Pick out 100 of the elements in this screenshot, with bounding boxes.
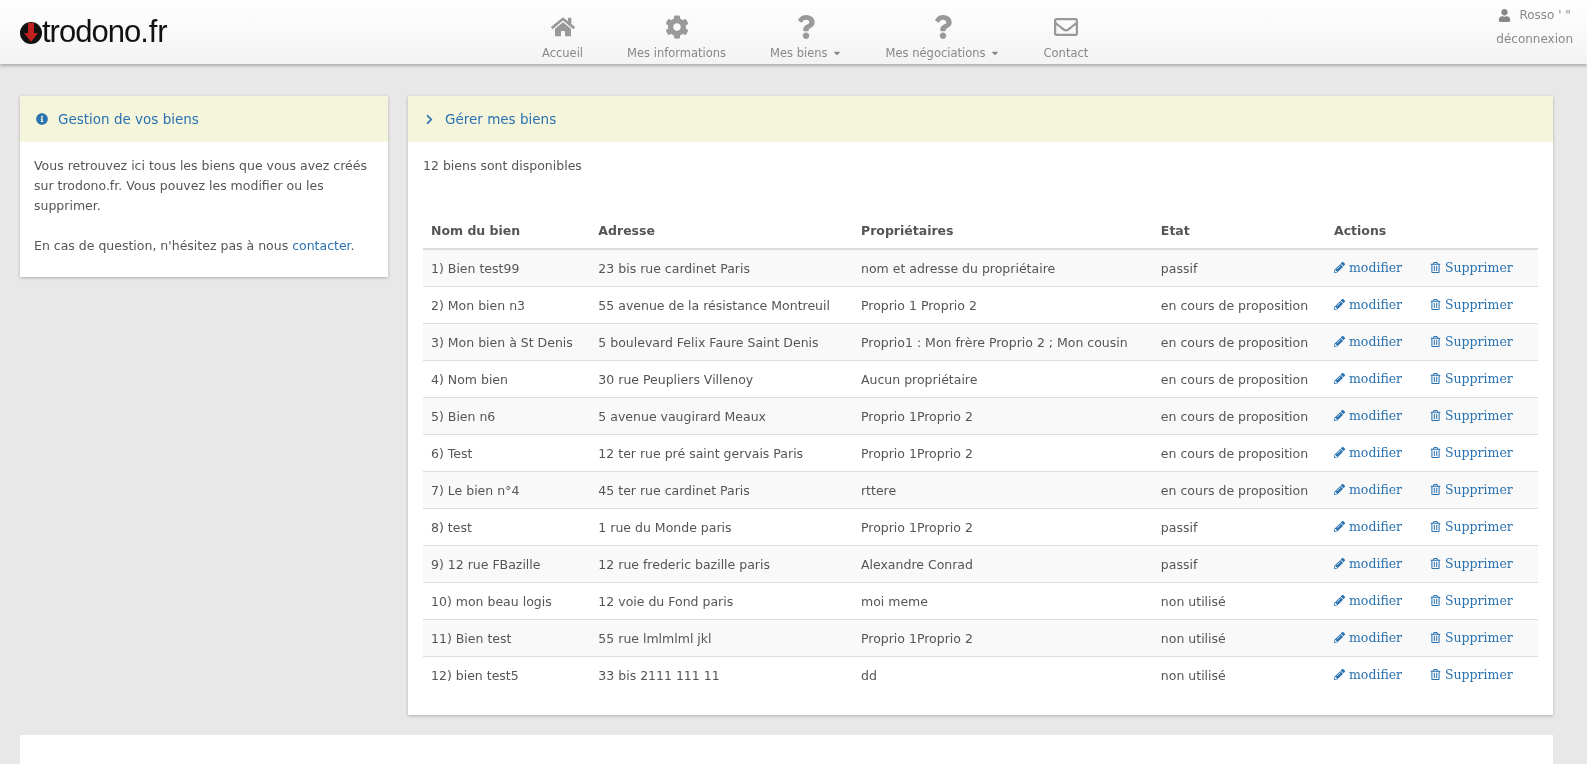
table-cell: passif [1152, 508, 1326, 546]
panel-title: Gestion de vos biens [58, 111, 199, 127]
edit-link[interactable]: modifier [1334, 667, 1403, 682]
user-icon [1498, 8, 1512, 22]
edit-link[interactable]: modifier [1334, 260, 1403, 275]
nav-item[interactable]: Mes biens [748, 14, 864, 60]
table-cell: 6) Test [423, 434, 591, 472]
nav-item[interactable]: Accueil [520, 14, 606, 60]
trash-icon [1430, 299, 1441, 310]
table-cell: 30 rue Peupliers Villenoy [590, 360, 853, 398]
pencil-icon [1334, 632, 1345, 643]
contact-link[interactable]: contacter [292, 238, 351, 253]
edit-link[interactable]: modifier [1334, 593, 1403, 608]
table-cell: 3) Mon bien à St Denis [423, 323, 591, 361]
table-cell: en cours de proposition [1152, 471, 1326, 509]
delete-link[interactable]: Supprimer [1430, 260, 1513, 275]
table-cell: 9) 12 rue FBazille [423, 545, 591, 583]
delete-link[interactable]: Supprimer [1430, 630, 1513, 645]
table-cell: 10) mon beau logis [423, 582, 591, 620]
table-cell: passif [1152, 249, 1326, 287]
edit-link[interactable]: modifier [1334, 519, 1403, 534]
delete-link[interactable]: Supprimer [1430, 371, 1513, 386]
logo-text[interactable]: trodono.fr [42, 14, 168, 50]
table-cell: Proprio 1Proprio 2 [852, 434, 1153, 472]
pencil-icon [1334, 484, 1345, 495]
delete-link[interactable]: Supprimer [1430, 408, 1513, 423]
nav-item[interactable]: Mes informations [605, 14, 749, 60]
table-cell: en cours de proposition [1152, 286, 1326, 324]
trash-icon [1430, 595, 1441, 606]
edit-link[interactable]: modifier [1334, 556, 1403, 571]
pencil-icon [1334, 262, 1345, 273]
count-text: 12 biens sont disponibles [423, 158, 583, 173]
delete-link[interactable]: Supprimer [1430, 482, 1513, 497]
nav-item[interactable]: Mes négociations [863, 14, 1022, 60]
table-cell: 5) Bien n6 [423, 397, 591, 435]
table-cell: dd [852, 656, 1153, 693]
table-cell: en cours de proposition [1152, 397, 1326, 435]
table-cell: 5 boulevard Felix Faure Saint Denis [590, 323, 853, 361]
table-cell: 11) Bien test [423, 619, 591, 657]
info-icon [36, 113, 48, 125]
trash-icon [1430, 410, 1441, 421]
delete-link[interactable]: Supprimer [1430, 556, 1513, 571]
edit-link[interactable]: modifier [1334, 445, 1403, 460]
info-text: En cas de question, n'hésitez pas à nous contacter. [34, 237, 356, 255]
table-cell: rttere [852, 471, 1153, 509]
delete-link[interactable]: Supprimer [1430, 667, 1513, 682]
pencil-icon [1334, 558, 1345, 569]
pencil-icon [1334, 336, 1345, 347]
trash-icon [1430, 484, 1441, 495]
edit-link[interactable]: modifier [1334, 297, 1403, 312]
table-cell: 1 rue du Monde paris [590, 508, 853, 546]
trash-icon [1430, 373, 1441, 384]
nav-item[interactable]: Contact [1021, 14, 1111, 60]
table-cell: 4) Nom bien [423, 360, 591, 398]
user-name[interactable]: Rosso ' " [1498, 8, 1571, 22]
table-cell: en cours de proposition [1152, 360, 1326, 398]
table-cell: 7) Le bien n°4 [423, 471, 591, 509]
pencil-icon [1334, 299, 1345, 310]
table-cell: non utilisé [1152, 582, 1326, 620]
trash-icon [1430, 336, 1441, 347]
delete-link[interactable]: Supprimer [1430, 445, 1513, 460]
edit-link[interactable]: modifier [1334, 334, 1403, 349]
table-cell: 12 rue frederic bazille paris [590, 545, 853, 583]
edit-link[interactable]: modifier [1334, 371, 1403, 386]
pencil-icon [1334, 410, 1345, 421]
info-text: Vous retrouvez ici tous les biens que vous avez créés sur trodono.fr. Vous pouvez les modifier ou les supprimer. [34, 157, 368, 215]
trash-icon [1430, 262, 1441, 273]
chevron-icon [424, 113, 435, 125]
panel-title: Gérer mes biens [445, 111, 557, 127]
trash-icon [1430, 632, 1441, 643]
delete-link[interactable]: Supprimer [1430, 519, 1513, 534]
trash-icon [1430, 447, 1441, 458]
table-cell: Proprio 1 Proprio 2 [852, 286, 1153, 324]
table-cell: nom et adresse du propriétaire [852, 249, 1153, 287]
table-cell: Proprio 1Proprio 2 [852, 397, 1153, 435]
delete-link[interactable]: Supprimer [1430, 593, 1513, 608]
table-cell: 12 voie du Fond paris [590, 582, 853, 620]
pencil-icon [1334, 595, 1345, 606]
table-cell: 2) Mon bien n3 [423, 286, 591, 324]
table-cell: 8) test [423, 508, 591, 546]
settings-icon [664, 14, 689, 39]
pencil-icon [1334, 373, 1345, 384]
table-cell: 12) bien test5 [423, 656, 591, 693]
table-cell: Proprio1 : Mon frère Proprio 2 ; Mon cousin [852, 323, 1153, 361]
table-cell: Proprio 1Proprio 2 [852, 508, 1153, 546]
pencil-icon [1334, 447, 1345, 458]
delete-link[interactable]: Supprimer [1430, 334, 1513, 349]
delete-link[interactable]: Supprimer [1430, 297, 1513, 312]
pencil-icon [1334, 521, 1345, 532]
table-cell: en cours de proposition [1152, 323, 1326, 361]
table-cell: moi meme [852, 582, 1153, 620]
table-cell: 23 bis rue cardinet Paris [590, 249, 853, 287]
table-cell: 55 avenue de la résistance Montreuil [590, 286, 853, 324]
edit-link[interactable]: modifier [1334, 482, 1403, 497]
logout-link[interactable]: déconnexion [1496, 32, 1573, 46]
edit-link[interactable]: modifier [1334, 630, 1403, 645]
table-cell: non utilisé [1152, 656, 1326, 693]
table-cell: en cours de proposition [1152, 434, 1326, 472]
edit-link[interactable]: modifier [1334, 408, 1403, 423]
table-cell: non utilisé [1152, 619, 1326, 657]
